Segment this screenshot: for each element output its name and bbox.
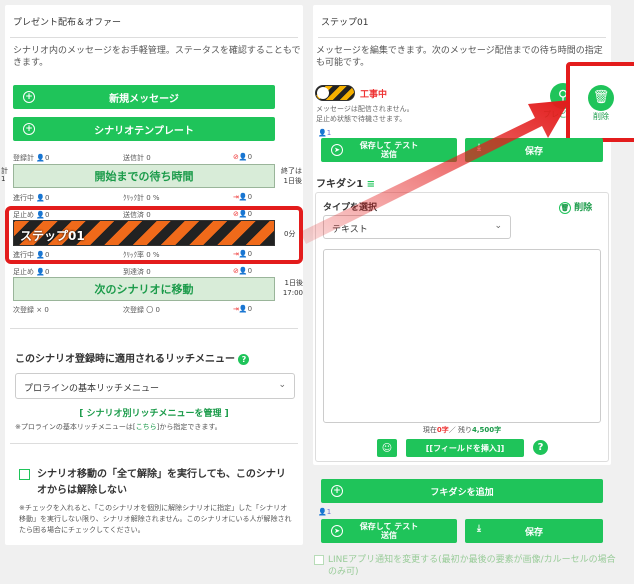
right-desc: メッセージを編集できます。次のメッセージ配信までの待ち時間の指定も可能です。 <box>316 46 603 68</box>
type-delete-button[interactable]: 🗑 削除 <box>559 200 592 214</box>
next-scenario-button[interactable]: 次のシナリオに移動 <box>13 277 275 301</box>
start-wait-button[interactable]: 開始までの待ち時間 <box>13 164 275 188</box>
insert-field-button[interactable]: [[フィールドを挿入]] <box>406 439 524 457</box>
char-counter: 現在0字／ 残り4,500字 <box>422 426 502 434</box>
user-count-2: 👤1 <box>318 508 332 516</box>
stats-row-5: 足止め 👤0 到達済 0 ⊘ 👤 0 <box>13 267 253 276</box>
status-label: 工事中 <box>360 90 388 100</box>
type-label: タイプを選択 <box>323 203 378 213</box>
download-icon: ⤓ <box>477 524 481 534</box>
rich-menu-note: ※プロラインの基本リッチメニューは[こちら]から指定できます。 <box>15 423 222 431</box>
drag-handle-icon[interactable]: ≡ <box>367 179 375 190</box>
save-test-button-2[interactable]: ➤ 保存して テスト送信 <box>321 519 457 543</box>
line-notify-row[interactable]: LINEアプリ通知を変更する(最初か最後の要素が画像/カルーセルの場合のみ可) <box>314 554 619 578</box>
trash-icon: 🗑 <box>588 85 614 111</box>
here-link[interactable]: こちら <box>136 423 157 431</box>
status-note: メッセージは配信されません。 足止め状態で待機させます。 <box>316 105 414 123</box>
emoji-button[interactable]: ☺ <box>377 439 397 457</box>
line-notify-checkbox[interactable] <box>314 555 324 565</box>
side-end: 終了は 1日後 <box>281 167 302 185</box>
stats-row-6: 次登録 × 0 次登録 〇 0 ⇥ 👤 0 <box>13 305 253 314</box>
new-message-button[interactable]: + 新規メッセージ <box>13 85 275 109</box>
help-icon[interactable]: ? <box>238 354 250 365</box>
stats-row-1: 登録計 👤0 送信計 0 ⊘ 👤 0 <box>13 153 253 162</box>
rich-menu-link[interactable]: [ シナリオ別リッチメニューを管理 ] <box>5 406 303 419</box>
save-button[interactable]: ⤓ 保存 <box>465 138 603 162</box>
stats-row-2: 進行中 👤0 ｸﾘｯｸ計 0 % ⇥ 👤 0 <box>13 193 253 202</box>
right-panel: ステップ01 メッセージを編集できます。次のメッセージ配信までの待ち時間の指定も… <box>313 5 634 465</box>
stats-row-4: 進行中 👤0 ｸﾘｯｸ率 0 % ⇥ 👤 0 <box>13 250 253 259</box>
side-total: 計1 <box>1 167 8 183</box>
chevron-down-icon: ⌄ <box>278 380 286 390</box>
send-icon: ➤ <box>331 144 343 156</box>
unsub-checkbox[interactable] <box>19 469 30 480</box>
left-title: プレゼント配布＆オファー <box>13 18 122 28</box>
plus-icon: + <box>331 485 343 497</box>
message-textarea[interactable] <box>323 249 601 423</box>
unsub-checkbox-row[interactable]: シナリオ移動の「全て解除」を実行しても、このシナリオからは解除しない <box>19 467 289 499</box>
chevron-down-icon: ⌄ <box>494 221 502 231</box>
plus-icon: + <box>23 91 35 103</box>
step-01-bar[interactable]: ステップ01 <box>13 220 275 246</box>
send-icon: ➤ <box>331 525 343 537</box>
download-icon: ⤓ <box>477 143 481 153</box>
left-desc: シナリオ内のメッセージをお手軽管理。ステータスを確認することもできます。 <box>13 46 301 68</box>
plus-icon: + <box>23 123 35 135</box>
fukidashi-label: フキダシ1 ≡ <box>316 179 376 190</box>
type-select[interactable]: テキスト ⌄ <box>323 215 511 239</box>
unsub-note: ※チェックを入れると、「このシナリオを個別に解除シナリオに指定」した「シナリオ移… <box>19 504 292 534</box>
delete-button[interactable]: 🗑 削除 <box>583 85 619 122</box>
scenario-template-button[interactable]: + シナリオテンプレート <box>13 117 275 141</box>
step-time: 0分 <box>284 230 296 238</box>
left-panel: プレゼント配布＆オファー シナリオ内のメッセージをお手軽管理。ステータスを確認す… <box>1 5 303 545</box>
next-timing: 1日後 17:00 <box>282 279 303 297</box>
user-count-1: 👤1 <box>318 129 332 137</box>
save-button-2[interactable]: ⤓ 保存 <box>465 519 603 543</box>
right-title: ステップ01 <box>321 18 369 28</box>
rich-menu-select[interactable]: プロラインの基本リッチメニュー ⌄ <box>15 373 295 399</box>
rich-menu-title: このシナリオ登録時に適用されるリッチメニュー ? <box>15 350 250 365</box>
save-test-button[interactable]: ➤ 保存して テスト送信 <box>321 138 457 162</box>
add-fukidashi-button[interactable]: + フキダシを追加 <box>321 479 603 503</box>
status-toggle[interactable] <box>315 85 355 101</box>
help-icon[interactable]: ? <box>533 440 548 455</box>
trash-icon: 🗑 <box>559 202 571 214</box>
